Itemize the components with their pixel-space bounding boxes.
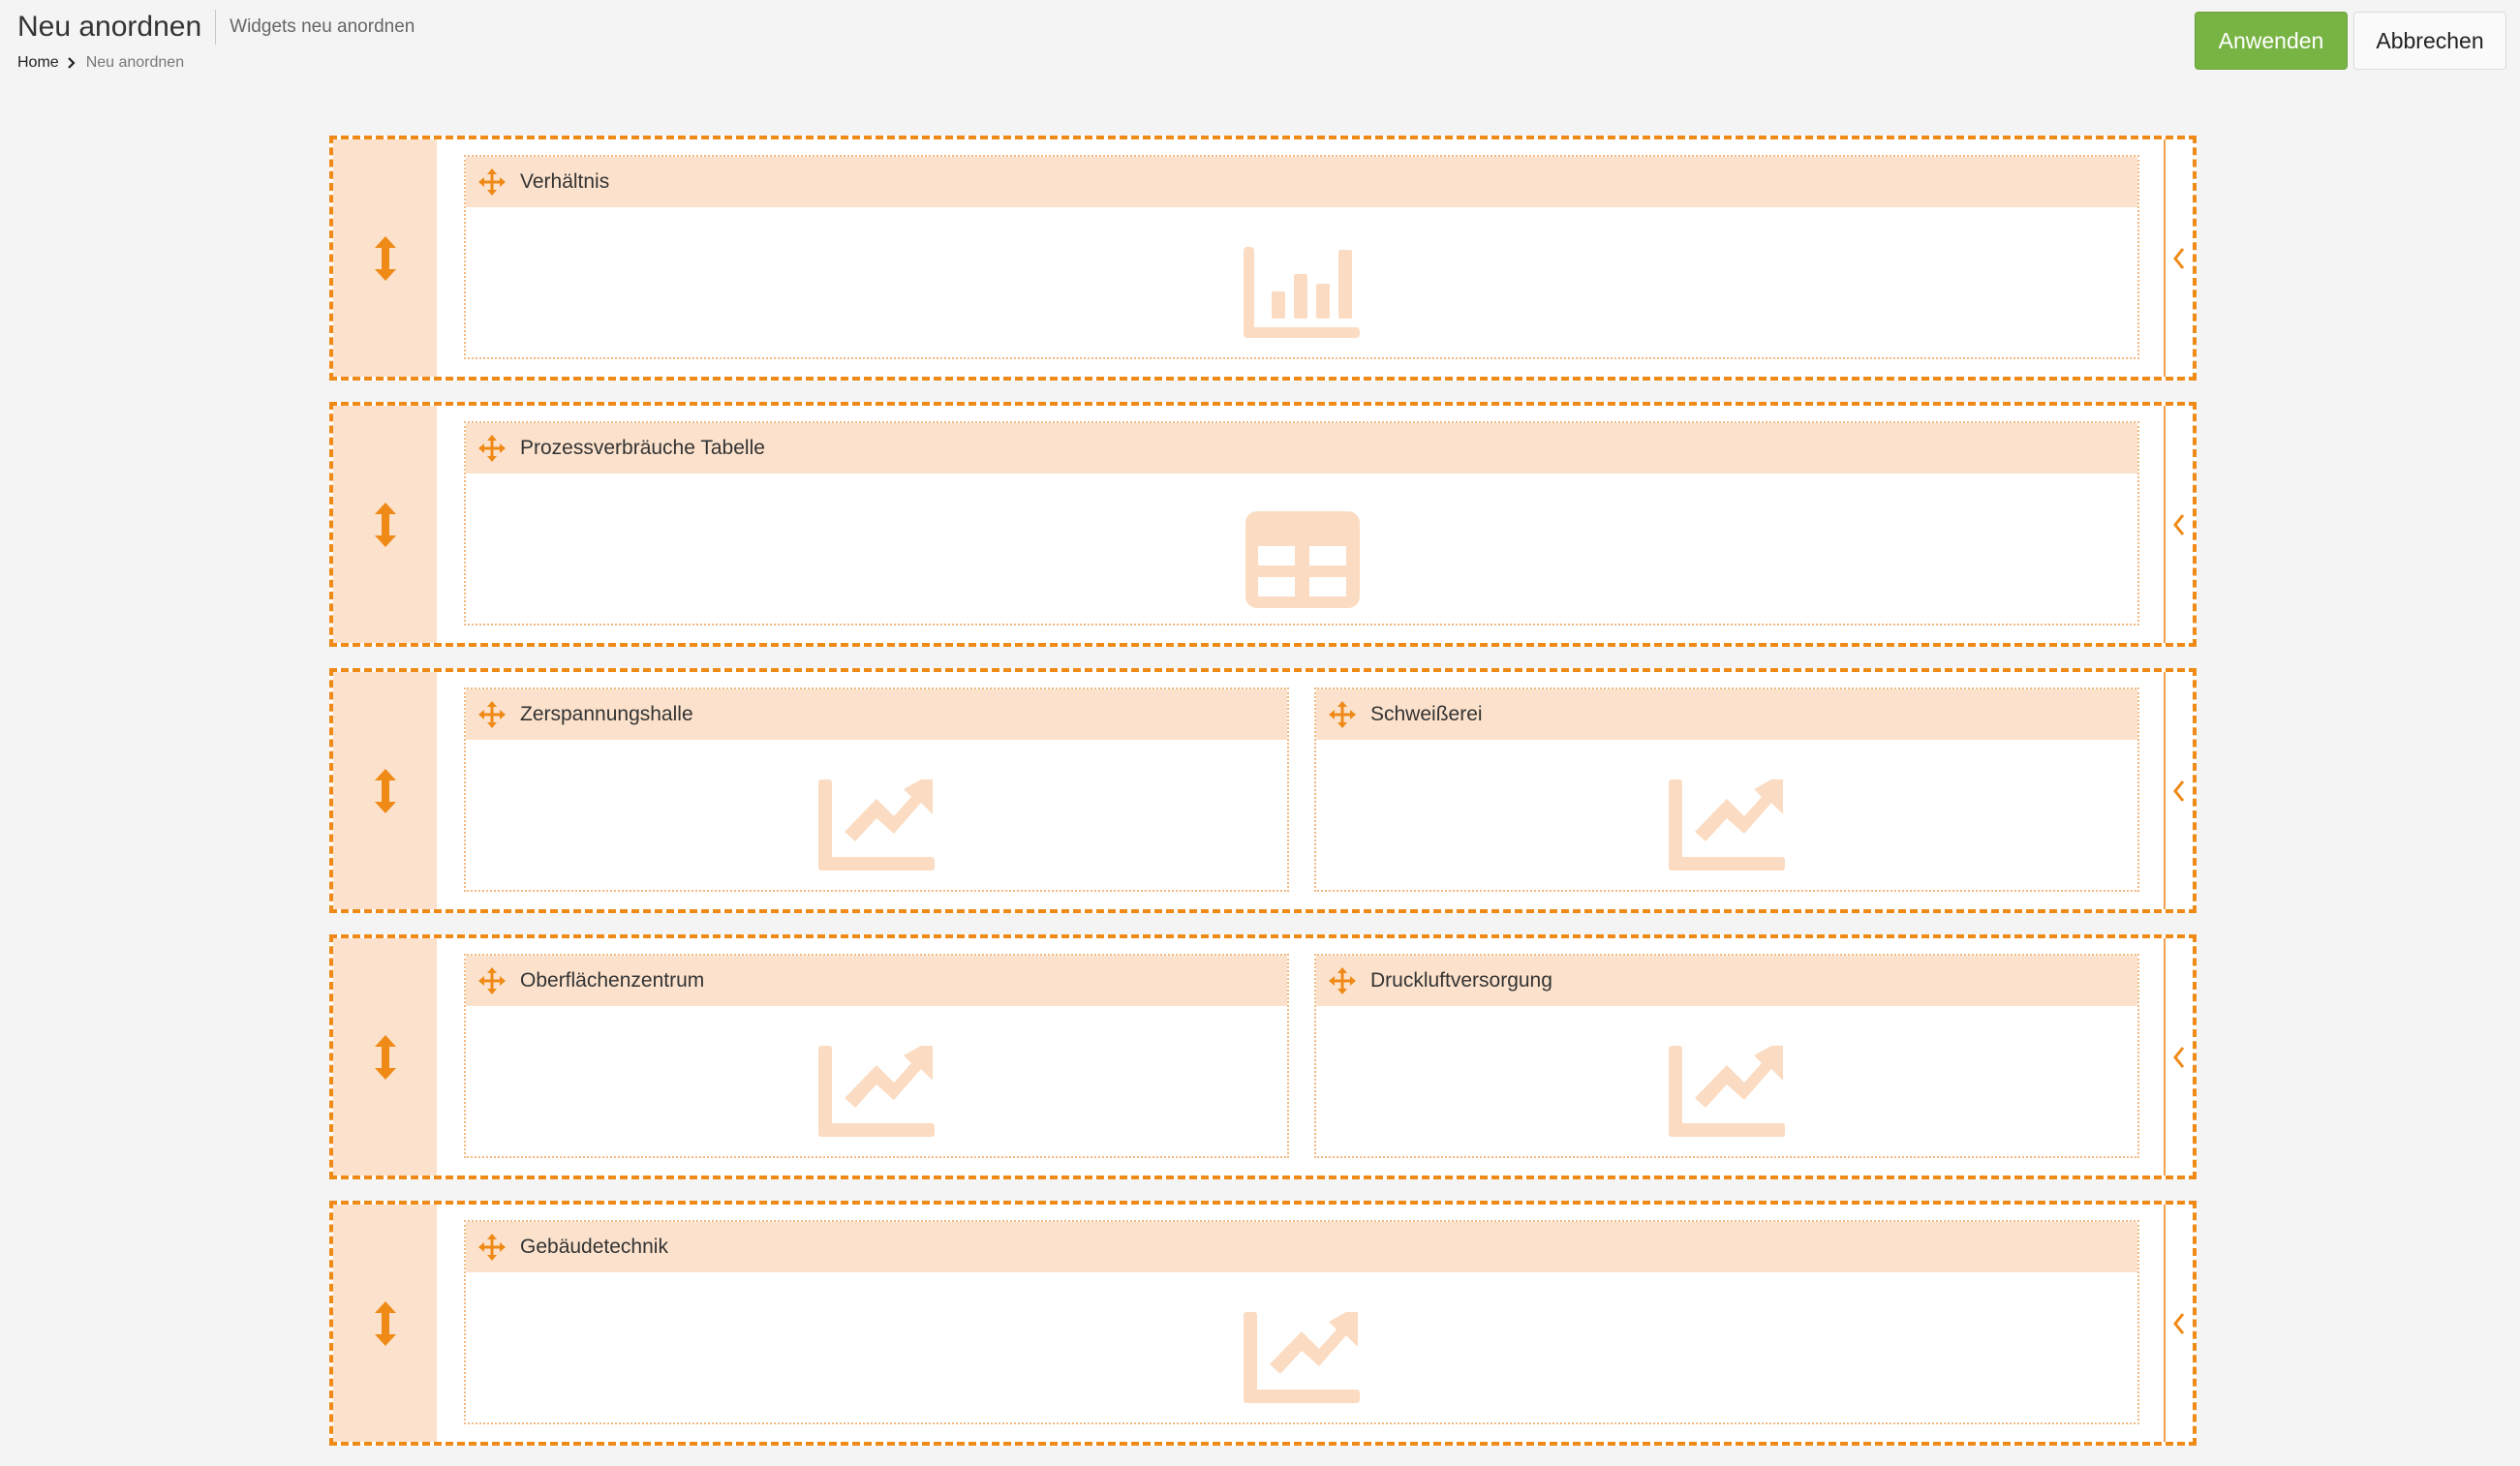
widget-body [466,1006,1287,1156]
breadcrumb: Home Neu anordnen [17,54,184,72]
cancel-button[interactable]: Abbrechen [2353,12,2506,70]
line-chart-icon [1669,779,1785,870]
widget-title: Gebäudetechnik [520,1236,668,1258]
chevron-left-icon [2173,513,2185,535]
widget-body [466,740,1287,890]
chevron-left-icon [2173,1312,2185,1334]
widget-row[interactable]: Prozessverbräuche Tabelle [329,402,2197,647]
row-widgets: Prozessverbräuche Tabelle [464,421,2139,626]
line-chart-icon [818,779,935,870]
widget-row[interactable]: Verhältnis [329,136,2197,381]
line-chart-icon [1669,1045,1785,1137]
widget-body [1316,1006,2137,1156]
vertical-resize-icon [374,1034,396,1080]
widget-header[interactable]: Druckluftversorgung [1316,956,2137,1006]
row-drag-handle[interactable] [333,938,437,1176]
row-drag-handle[interactable] [333,1205,437,1442]
vertical-resize-icon [374,768,396,813]
widget-placeholder[interactable]: Prozessverbräuche Tabelle [464,421,2139,626]
row-collapse-toggle[interactable] [2164,938,2193,1176]
move-icon[interactable] [1328,700,1357,729]
widget-placeholder[interactable]: Gebäudetechnik [464,1220,2139,1424]
widget-header[interactable]: Schweißerei [1316,689,2137,740]
row-drag-handle[interactable] [333,139,437,377]
apply-button[interactable]: Anwenden [2195,12,2348,70]
chevron-left-icon [2173,247,2185,269]
widget-title: Schweißerei [1370,703,1483,725]
widget-placeholder[interactable]: Zerspannungshalle [464,687,1289,892]
widget-body [466,1272,2137,1422]
widget-body [466,207,2137,357]
widget-row[interactable]: Oberflächenzentrum Druckluftversorgung [329,934,2197,1179]
bar-chart-icon [1244,246,1360,338]
row-collapse-toggle[interactable] [2164,406,2193,643]
widget-header[interactable]: Zerspannungshalle [466,689,1287,740]
widget-placeholder[interactable]: Druckluftversorgung [1314,954,2139,1158]
widget-header[interactable]: Prozessverbräuche Tabelle [466,423,2137,473]
row-widgets: Verhältnis [464,155,2139,359]
chevron-left-icon [2173,779,2185,802]
vertical-resize-icon [374,235,396,281]
line-chart-icon [818,1045,935,1137]
move-icon[interactable] [477,700,507,729]
chevron-left-icon [2173,1046,2185,1068]
move-icon[interactable] [477,966,507,995]
row-widgets: Oberflächenzentrum Druckluftversorgung [464,954,2139,1158]
widget-title: Oberflächenzentrum [520,969,705,992]
page-subtitle: Widgets neu anordnen [230,16,415,37]
widget-body [1316,740,2137,890]
move-icon[interactable] [477,168,507,197]
widget-header[interactable]: Gebäudetechnik [466,1222,2137,1272]
row-widgets: Zerspannungshalle Schweißerei [464,687,2139,892]
widget-header[interactable]: Verhältnis [466,157,2137,207]
widget-title: Prozessverbräuche Tabelle [520,437,765,459]
widget-title: Verhältnis [520,170,610,193]
widget-title: Druckluftversorgung [1370,969,1552,992]
title-row: Neu anordnen Widgets neu anordnen [17,10,415,45]
move-icon[interactable] [477,1233,507,1262]
line-chart-icon [1244,1311,1360,1403]
row-drag-handle[interactable] [333,672,437,909]
row-collapse-toggle[interactable] [2164,139,2193,377]
row-drag-handle[interactable] [333,406,437,643]
page-title: Neu anordnen [17,10,217,45]
chevron-right-icon [67,57,76,69]
page-header: Neu anordnen Widgets neu anordnen Home N… [0,0,2520,87]
table-icon [1245,510,1360,608]
widget-placeholder[interactable]: Oberflächenzentrum [464,954,1289,1158]
vertical-resize-icon [374,1300,396,1346]
row-collapse-toggle[interactable] [2164,1205,2193,1442]
breadcrumb-current: Neu anordnen [85,54,185,71]
widget-title: Zerspannungshalle [520,703,693,725]
widget-row[interactable]: Zerspannungshalle Schweißerei [329,668,2197,913]
widget-placeholder[interactable]: Verhältnis [464,155,2139,359]
widget-row[interactable]: Gebäudetechnik [329,1201,2197,1446]
move-icon[interactable] [477,434,507,463]
vertical-resize-icon [374,502,396,547]
row-collapse-toggle[interactable] [2164,672,2193,909]
widget-placeholder[interactable]: Schweißerei [1314,687,2139,892]
widget-rows: Verhältnis Prozessverbräuche Tabelle Zer… [329,136,2197,1466]
widget-header[interactable]: Oberflächenzentrum [466,956,1287,1006]
widget-body [466,473,2137,624]
move-icon[interactable] [1328,966,1357,995]
breadcrumb-home-link[interactable]: Home [17,54,59,72]
row-widgets: Gebäudetechnik [464,1220,2139,1424]
